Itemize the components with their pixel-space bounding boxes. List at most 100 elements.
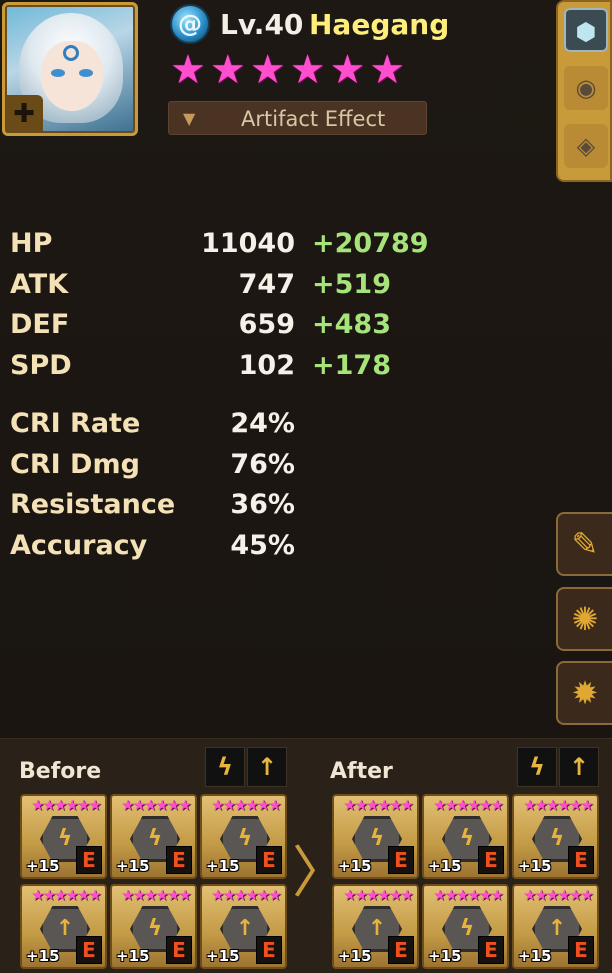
rune-grade-badge: E — [76, 936, 102, 964]
rune-remove-button[interactable]: ✹ — [556, 661, 612, 725]
rune-grade-badge: E — [568, 936, 594, 964]
rune-level: +15 — [116, 947, 150, 965]
stat-bonus-value: +178 — [312, 349, 391, 381]
rune-slot[interactable]: ★★★★★★ ϟ +15 E — [110, 884, 197, 969]
rune-grade-badge: E — [76, 846, 102, 874]
stat-bonus-value: +519 — [312, 268, 391, 300]
star-icon: ★ — [289, 47, 326, 93]
rune-comparison-panel: Before ϟ ↑ After ϟ ↑ ★★★★★★ ϟ +15 E ★★★★… — [0, 738, 612, 973]
stat-label: SPD — [10, 349, 72, 381]
artifact-tab-icon[interactable]: ◉ — [564, 66, 608, 110]
stat-base-value: 102 — [238, 349, 295, 381]
after-title: After — [330, 759, 393, 784]
portrait-eye-right — [79, 69, 93, 77]
rune-grade-badge: E — [568, 846, 594, 874]
side-tab-bar: ⬢ ◉ ◈ — [556, 0, 612, 182]
star-icon: ★ — [369, 47, 406, 93]
rune-stars: ★★★★★★ — [121, 796, 192, 814]
rune-level: +15 — [26, 857, 60, 875]
stat-row-atk: ATK 747 +519 — [10, 269, 430, 310]
rune-grade-badge: E — [388, 846, 414, 874]
runes-tab-icon[interactable]: ⬢ — [564, 8, 608, 52]
rune-remove-icon: ✹ — [571, 674, 599, 712]
will-set-icon[interactable]: ↑ — [559, 747, 599, 787]
portrait-eye-left — [51, 69, 65, 77]
rune-level: +15 — [518, 857, 552, 875]
stat-label: Resistance — [10, 489, 176, 520]
rune-slot[interactable]: ★★★★★★ ϟ +15 E — [422, 884, 509, 969]
rune-level: +15 — [338, 857, 372, 875]
rune-slot[interactable]: ★★★★★★ ϟ +15 E — [422, 794, 509, 879]
edit-settings-button[interactable]: ✎ — [556, 512, 612, 576]
stat-row-spd: SPD 102 +178 — [10, 350, 430, 391]
rune-equip-button[interactable]: ✺ — [556, 587, 612, 651]
rune-level: +15 — [518, 947, 552, 965]
rune-slot[interactable]: ★★★★★★ ↑ +15 E — [512, 884, 599, 969]
rune-level: +15 — [116, 857, 150, 875]
will-set-icon[interactable]: ↑ — [247, 747, 287, 787]
rune-slot[interactable]: ★★★★★★ ↑ +15 E — [20, 884, 107, 969]
rune-slot[interactable]: ★★★★★★ ϟ +15 E — [110, 794, 197, 879]
rune-stars: ★★★★★★ — [343, 796, 414, 814]
star-icon: ★ — [329, 47, 366, 93]
stat-label: CRI Rate — [10, 408, 141, 439]
rune-grade-badge: E — [388, 936, 414, 964]
chevron-right-icon: 〉 — [292, 841, 348, 906]
artifact-effect-dropdown[interactable]: ▼ Artifact Effect — [168, 101, 427, 135]
triangle-down-icon: ▼ — [183, 109, 196, 128]
monster-name: Haegang — [309, 8, 450, 41]
rune-stars: ★★★★★★ — [31, 796, 102, 814]
stat-label: Accuracy — [10, 529, 148, 561]
rune-slot[interactable]: ★★★★★★ ↑ +15 E — [332, 884, 419, 969]
swift-set-icon[interactable]: ϟ — [517, 747, 557, 787]
stat-row-resistance: Resistance 36% — [10, 489, 430, 530]
rune-stars: ★★★★★★ — [433, 886, 504, 904]
rune-level: +15 — [428, 857, 462, 875]
stat-base-value: 747 — [238, 268, 295, 300]
stat-value: 24% — [230, 408, 295, 439]
stat-base-value: 11040 — [201, 228, 295, 259]
role-badge-icon: ✚ — [5, 95, 43, 133]
rune-stars: ★★★★★★ — [523, 796, 594, 814]
rune-grade-badge: E — [256, 846, 282, 874]
swift-set-icon[interactable]: ϟ — [205, 747, 245, 787]
skill-tab-icon[interactable]: ◈ — [564, 124, 608, 168]
rune-level: +15 — [338, 947, 372, 965]
rune-slot[interactable]: ★★★★★★ ϟ +15 E — [200, 794, 287, 879]
rune-grade-badge: E — [478, 846, 504, 874]
stat-row-def: DEF 659 +483 — [10, 309, 430, 350]
base-stats: HP 11040 +20789 ATK 747 +519 DEF 659 +48… — [10, 228, 430, 390]
rune-stars: ★★★★★★ — [211, 886, 282, 904]
wind-element-icon: @ — [170, 4, 210, 44]
star-icon: ★ — [209, 47, 246, 93]
stat-row-cri-dmg: CRI Dmg 76% — [10, 449, 430, 490]
rune-stars: ★★★★★★ — [121, 886, 192, 904]
rune-grade-badge: E — [478, 936, 504, 964]
stat-label: DEF — [10, 309, 70, 340]
rune-grade-badge: E — [166, 846, 192, 874]
stat-value: 45% — [230, 529, 295, 561]
stat-row-cri-rate: CRI Rate 24% — [10, 408, 430, 449]
stat-bonus-value: +483 — [312, 309, 391, 340]
star-icon: ★ — [170, 47, 206, 93]
monster-level: Lv.40 — [220, 8, 304, 41]
stat-base-value: 659 — [238, 309, 295, 340]
rune-stars: ★★★★★★ — [523, 886, 594, 904]
rune-stars: ★★★★★★ — [343, 886, 414, 904]
stat-label: HP — [10, 228, 53, 259]
rune-stars: ★★★★★★ — [31, 886, 102, 904]
rune-slot[interactable]: ★★★★★★ ϟ +15 E — [512, 794, 599, 879]
rune-level: +15 — [206, 857, 240, 875]
stat-bonus-value: +20789 — [312, 228, 429, 259]
stat-row-hp: HP 11040 +20789 — [10, 228, 430, 269]
rune-slot[interactable]: ★★★★★★ ↑ +15 E — [200, 884, 287, 969]
stat-value: 36% — [230, 489, 295, 520]
monster-portrait[interactable]: ✚ — [2, 2, 138, 136]
rune-grade-badge: E — [166, 936, 192, 964]
stat-row-accuracy: Accuracy 45% — [10, 530, 430, 571]
rune-stars: ★★★★★★ — [211, 796, 282, 814]
rune-slot[interactable]: ★★★★★★ ϟ +15 E — [332, 794, 419, 879]
artifact-effect-label: Artifact Effect — [241, 107, 386, 131]
stat-label: ATK — [10, 268, 69, 300]
rune-slot[interactable]: ★★★★★★ ϟ +15 E — [20, 794, 107, 879]
